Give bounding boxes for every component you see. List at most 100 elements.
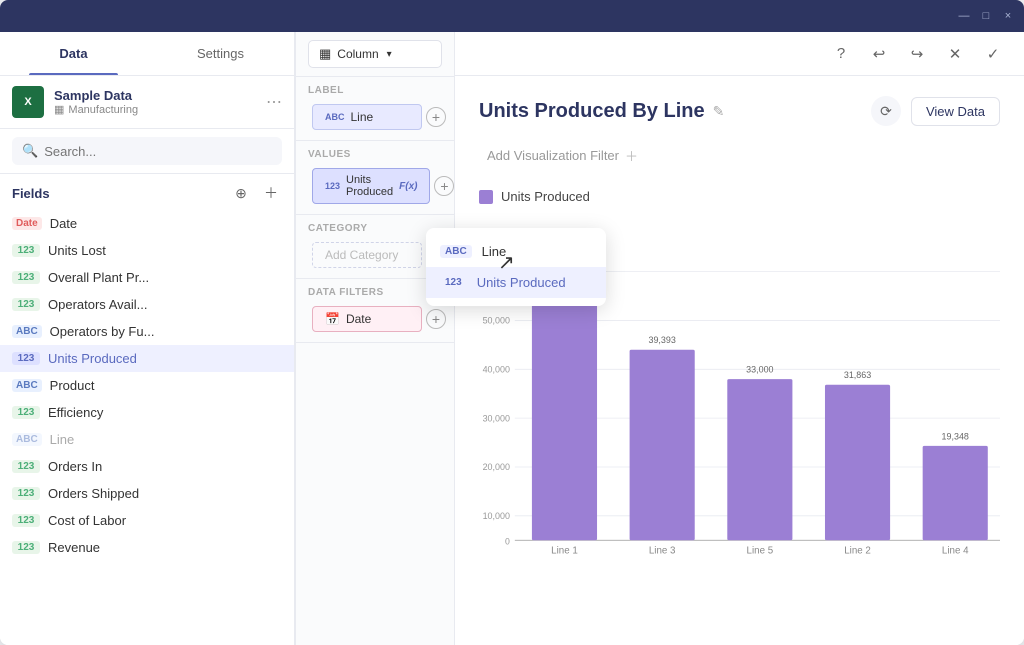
edit-title-icon[interactable]: ✎ bbox=[713, 103, 725, 120]
chart-type-button[interactable]: ▦ Column ▾ bbox=[308, 40, 442, 68]
bar-line2[interactable] bbox=[825, 385, 890, 540]
viz-header: Units Produced By Line ✎ ⟳ View Data bbox=[479, 96, 1000, 126]
redo-button[interactable]: ↪ bbox=[902, 39, 932, 69]
viz-title-wrap: Units Produced By Line ✎ bbox=[479, 100, 724, 123]
field-item-line[interactable]: ABC Line bbox=[0, 426, 294, 453]
dropdown-arrow-icon: ▾ bbox=[387, 49, 392, 60]
field-item-orders-shipped[interactable]: 123 Orders Shipped bbox=[0, 480, 294, 507]
title-bar: — □ × bbox=[0, 0, 1024, 32]
field-item-operators-avail[interactable]: 123 Operators Avail... bbox=[0, 291, 294, 318]
undo-button[interactable]: ↩ bbox=[864, 39, 894, 69]
label-field-badge: ABC bbox=[325, 112, 345, 122]
refresh-button[interactable]: ⟳ bbox=[871, 96, 901, 126]
view-data-button[interactable]: View Data bbox=[911, 97, 1000, 126]
confirm-button[interactable]: ✓ bbox=[978, 39, 1008, 69]
fields-header: Fields ⊕ ＋ bbox=[0, 174, 294, 208]
viz-title: Units Produced By Line bbox=[479, 100, 705, 123]
dropdown-badge-line: ABC bbox=[440, 245, 472, 258]
fields-config-icon[interactable]: ⊕ bbox=[230, 182, 252, 204]
svg-text:31,863: 31,863 bbox=[844, 370, 871, 380]
close-button[interactable]: × bbox=[1000, 8, 1016, 24]
main-content: Data Settings X Sample Data ▦ Manufactur… bbox=[0, 32, 1024, 645]
legend-dot bbox=[479, 190, 493, 204]
field-item-units-produced[interactable]: 123 Units Produced bbox=[0, 345, 294, 372]
label-add-button[interactable]: + bbox=[426, 107, 446, 127]
svg-text:Line 5: Line 5 bbox=[747, 545, 774, 556]
config-label-section: LABEL ABC Line + bbox=[296, 77, 454, 141]
field-name-line: Line bbox=[50, 432, 75, 447]
fields-add-icon[interactable]: ＋ bbox=[260, 182, 282, 204]
field-item-product[interactable]: ABC Product bbox=[0, 372, 294, 399]
maximize-button[interactable]: □ bbox=[978, 8, 994, 24]
tab-settings[interactable]: Settings bbox=[147, 32, 294, 75]
search-row: 🔍 bbox=[0, 129, 294, 174]
field-badge-line: ABC bbox=[12, 433, 42, 446]
field-name-orders-in: Orders In bbox=[48, 459, 102, 474]
data-filter-add-button[interactable]: + bbox=[426, 309, 446, 329]
dropdown-item-units-produced[interactable]: 123 Units Produced bbox=[426, 267, 606, 298]
field-name-operators-avail: Operators Avail... bbox=[48, 297, 147, 312]
category-placeholder[interactable]: Add Category bbox=[312, 242, 422, 268]
field-item-operators-fu[interactable]: ABC Operators by Fu... bbox=[0, 318, 294, 345]
label-field-item[interactable]: ABC Line bbox=[312, 104, 422, 130]
field-name-date: Date bbox=[50, 216, 77, 231]
datasource-icon: X bbox=[12, 86, 44, 118]
config-panel: ▦ Column ▾ LABEL ABC Line + VALUES bbox=[295, 32, 455, 645]
bar-line4[interactable] bbox=[923, 446, 988, 540]
bar-line1[interactable] bbox=[532, 291, 597, 540]
field-item-cost-labor[interactable]: 123 Cost of Labor bbox=[0, 507, 294, 534]
field-badge-units-produced: 123 bbox=[12, 352, 40, 365]
add-filter-button[interactable]: Add Visualization Filter ＋ bbox=[479, 142, 646, 169]
field-badge-operators-fu: ABC bbox=[12, 325, 42, 338]
add-filter-label: Add Visualization Filter bbox=[487, 148, 619, 163]
values-add-button[interactable]: + bbox=[434, 176, 454, 196]
svg-text:Line 1: Line 1 bbox=[551, 545, 578, 556]
field-name-overall-plant: Overall Plant Pr... bbox=[48, 270, 149, 285]
help-button[interactable]: ? bbox=[826, 39, 856, 69]
datasource-info: Sample Data ▦ Manufacturing bbox=[54, 88, 266, 116]
field-item-overall-plant[interactable]: 123 Overall Plant Pr... bbox=[0, 264, 294, 291]
data-filter-badge: 📅 bbox=[325, 312, 340, 326]
field-item-date[interactable]: Date Date bbox=[0, 210, 294, 237]
field-item-units-lost[interactable]: 123 Units Lost bbox=[0, 237, 294, 264]
app-window: — □ × Data Settings X Sample Data ▦ Manu… bbox=[0, 0, 1024, 645]
field-badge-orders-in: 123 bbox=[12, 460, 40, 473]
fx-badge[interactable]: F(x) bbox=[399, 181, 417, 192]
fields-list: Date Date 123 Units Lost 123 Overall Pla… bbox=[0, 208, 294, 645]
field-item-efficiency[interactable]: 123 Efficiency bbox=[0, 399, 294, 426]
bar-line5[interactable] bbox=[727, 379, 792, 540]
field-badge-efficiency: 123 bbox=[12, 406, 40, 419]
right-panel: ? ↩ ↪ ✕ ✓ Units Produced By Line ✎ ⟳ Vie… bbox=[455, 32, 1024, 645]
dropdown-item-line[interactable]: ABC Line bbox=[426, 236, 606, 267]
dropdown-label-units-produced: Units Produced bbox=[477, 275, 566, 290]
tab-data[interactable]: Data bbox=[0, 32, 147, 75]
close-viz-button[interactable]: ✕ bbox=[940, 39, 970, 69]
svg-text:50,000: 50,000 bbox=[483, 316, 510, 326]
field-item-revenue[interactable]: 123 Revenue bbox=[0, 534, 294, 561]
viz-area: Units Produced By Line ✎ ⟳ View Data Add… bbox=[455, 76, 1024, 645]
dropdown-label-line: Line bbox=[482, 244, 507, 259]
field-name-cost-labor: Cost of Labor bbox=[48, 513, 126, 528]
config-values-section: VALUES 123 Units Produced F(x) + bbox=[296, 141, 454, 215]
svg-text:40,000: 40,000 bbox=[483, 365, 510, 375]
values-field-item[interactable]: 123 Units Produced F(x) bbox=[312, 168, 430, 204]
field-badge-operators-avail: 123 bbox=[12, 298, 40, 311]
datasource-name: Sample Data bbox=[54, 88, 266, 103]
title-bar-buttons: — □ × bbox=[956, 8, 1016, 24]
svg-text:0: 0 bbox=[505, 536, 510, 546]
bar-line3[interactable] bbox=[630, 350, 695, 540]
search-input[interactable] bbox=[44, 144, 272, 159]
field-item-orders-in[interactable]: 123 Orders In bbox=[0, 453, 294, 480]
more-options-icon[interactable]: ⋯ bbox=[266, 92, 282, 112]
field-name-operators-fu: Operators by Fu... bbox=[50, 324, 155, 339]
category-placeholder-label: Add Category bbox=[325, 248, 398, 262]
data-filter-field-item[interactable]: 📅 Date bbox=[312, 306, 422, 332]
values-field-badge: 123 bbox=[325, 181, 340, 191]
svg-text:30,000: 30,000 bbox=[483, 413, 510, 423]
field-badge-units-lost: 123 bbox=[12, 244, 40, 257]
svg-text:10,000: 10,000 bbox=[483, 511, 510, 521]
minimize-button[interactable]: — bbox=[956, 8, 972, 24]
legend-label: Units Produced bbox=[501, 189, 590, 204]
dropdown-badge-units-produced: 123 bbox=[440, 276, 467, 289]
field-badge-date: Date bbox=[12, 217, 42, 230]
